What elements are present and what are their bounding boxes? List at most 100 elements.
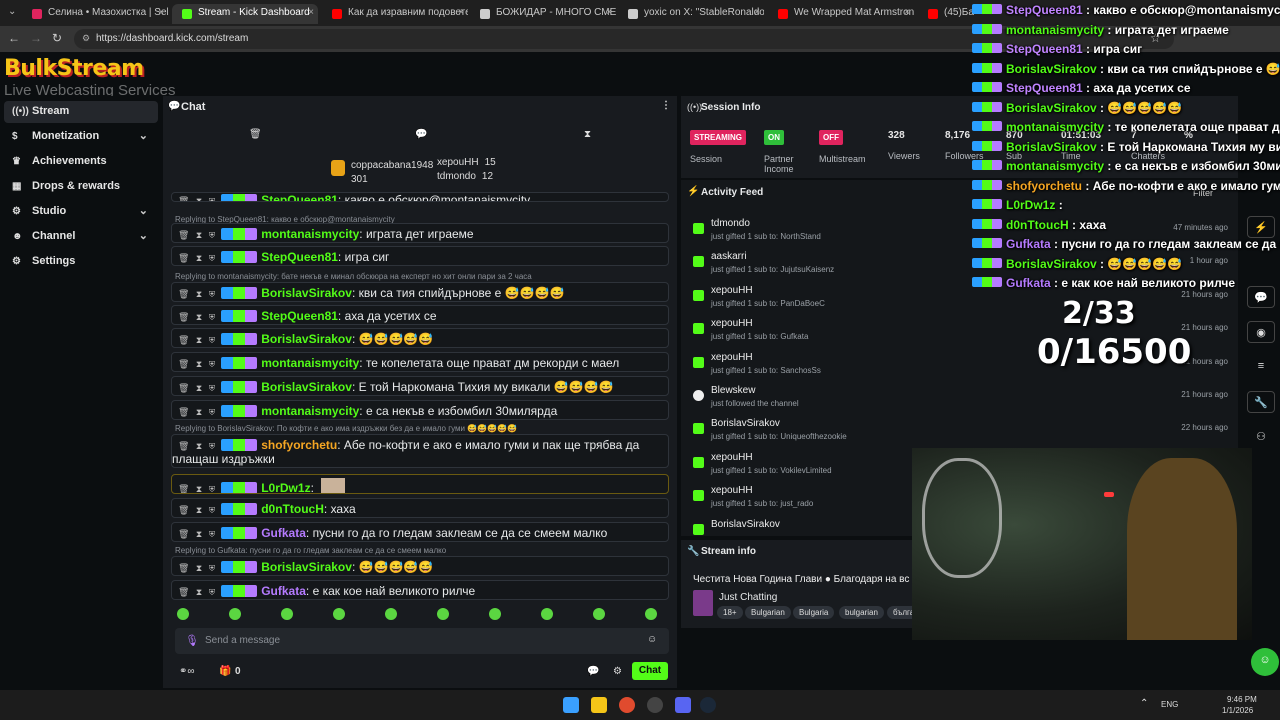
rail-bolt-icon[interactable]: ⚡ <box>1247 216 1275 238</box>
sidebar-item-achievements[interactable]: ♛ Achievements <box>4 151 158 173</box>
reload-icon[interactable]: ↻ <box>52 31 62 45</box>
emote-button[interactable] <box>281 608 293 620</box>
chat-gear-icon[interactable]: ⚙ <box>613 666 622 677</box>
more-options-icon[interactable]: ⋮ <box>661 100 671 111</box>
chat-message[interactable]: 🗑 ⧗ ⛨ L0rDw1z: <box>171 474 669 494</box>
activity-item[interactable]: BorislavSirakov just gifted 1 sub to: Uni… <box>681 413 1238 446</box>
browser-tab[interactable]: Stream - Kick Dashboard × <box>172 4 318 24</box>
session-status-badge[interactable]: OFF <box>819 130 843 145</box>
file-explorer-icon[interactable] <box>591 697 607 713</box>
clock-date[interactable]: 1/1/2026 <box>1222 706 1253 715</box>
chat-input[interactable]: 🎙 Send a message ☺ <box>175 628 669 654</box>
forward-icon[interactable]: → <box>30 31 42 45</box>
emote-button[interactable] <box>177 608 189 620</box>
chat-message[interactable]: 🗑 ⧗ ⛨ montanaismycity: играта дет играеме <box>171 223 669 243</box>
chat-message[interactable]: 🗑 ⧗ ⛨ Gufkata: пусни го да го гледам закл… <box>171 522 669 542</box>
back-icon[interactable]: ← <box>8 31 20 45</box>
chat-message[interactable]: 🗑 ⧗ ⛨ StepQueen81: игра сиг <box>171 246 669 266</box>
chat-message[interactable]: 🗑 ⧗ ⛨ montanaismycity: те копелетата още … <box>171 352 669 372</box>
category-name[interactable]: Just Chatting <box>719 592 777 603</box>
chat-username[interactable]: Gufkata <box>261 526 306 540</box>
tab-close-icon[interactable]: × <box>308 7 314 18</box>
emoji-picker-icon[interactable]: ☺ <box>647 634 657 645</box>
rail-chat-icon[interactable]: 💬 <box>1247 286 1275 308</box>
tab-close-icon[interactable]: × <box>754 7 760 18</box>
chat-message[interactable]: 🗑 ⧗ ⛨ Gufkata: е как кое най великото рил… <box>171 580 669 600</box>
browser-tab[interactable]: Как да изравним подовете у д× <box>322 4 468 24</box>
mod-action-icons[interactable]: 🗑 ⧗ ⛨ <box>178 253 217 264</box>
chat-username[interactable]: BorislavSirakov <box>261 332 352 346</box>
mod-action-icons[interactable]: 🗑 ⧗ ⛨ <box>178 587 217 598</box>
chat-username[interactable]: Gufkata <box>261 584 306 598</box>
sidebar-item-channel[interactable]: ☻ Channel ⌄ <box>4 226 158 248</box>
steam-icon[interactable] <box>700 697 716 713</box>
session-status-badge[interactable]: ON <box>764 130 784 145</box>
activity-item[interactable]: Blewskew just followed the channel 21 hour… <box>681 380 1238 413</box>
chat-message[interactable]: 🗑 ⧗ ⛨ StepQueen81: какво е обскюр@montana… <box>171 192 669 202</box>
sidebar-item-monetization[interactable]: $ Monetization ⌄ <box>4 126 158 148</box>
input-language[interactable]: ENG <box>1161 700 1178 709</box>
mod-action-icons[interactable]: 🗑 ⧗ ⛨ <box>178 505 217 516</box>
emote-button[interactable] <box>437 608 449 620</box>
browser-tab[interactable]: (45)Бай Иво <box>918 4 974 24</box>
sidebar-item-studio[interactable]: ⚙ Studio ⌄ <box>4 201 158 223</box>
session-status-badge[interactable]: STREAMING <box>690 130 746 145</box>
chat-bubble-small-icon[interactable]: 💬 <box>587 666 599 677</box>
link-icon[interactable]: ⚭∞ <box>179 666 195 677</box>
emote-button[interactable] <box>489 608 501 620</box>
chat-message[interactable]: 🗑 ⧗ ⛨ BorislavSirakov: 😅😅😅😅😅 <box>171 328 669 348</box>
mod-action-icons[interactable]: 🗑 ⧗ ⛨ <box>178 441 217 452</box>
stream-tag[interactable]: Bulgarian <box>745 606 791 619</box>
browser-tab[interactable]: Селина • Мазохистка | Selina× <box>22 4 168 24</box>
rail-wrench-icon[interactable]: 🔧 <box>1247 391 1275 413</box>
chat-username[interactable]: montanaismycity <box>261 356 359 370</box>
mod-action-icons[interactable]: 🗑 ⧗ ⛨ <box>178 230 217 241</box>
chat-username[interactable]: montanaismycity <box>261 227 359 241</box>
stream-tag[interactable]: bulgarian <box>839 606 884 619</box>
chat-username[interactable]: StepQueen81 <box>261 193 338 201</box>
stream-tag[interactable]: 18+ <box>717 606 743 619</box>
chat-username[interactable]: L0rDw1z <box>261 481 310 493</box>
tab-close-icon[interactable]: × <box>606 7 612 18</box>
mod-action-icons[interactable]: 🗑 ⧗ ⛨ <box>178 196 217 201</box>
mic-icon[interactable]: 🎙 <box>185 634 199 647</box>
clock-time[interactable]: 9:46 PM <box>1227 695 1257 704</box>
tab-list-chevron-icon[interactable]: ⌄ <box>8 6 16 17</box>
tab-close-icon[interactable]: × <box>904 7 910 18</box>
rail-layers-icon[interactable]: ≡ <box>1247 356 1275 378</box>
browser-tab[interactable]: БОЖИДАР - МНОГО СМЕШНИ× <box>470 4 616 24</box>
mod-action-icons[interactable]: 🗑 ⧗ ⛨ <box>178 289 217 300</box>
browser-tab[interactable]: We Wrapped Mat Armstrong's × <box>768 4 914 24</box>
chat-username[interactable]: StepQueen81 <box>261 309 338 323</box>
mod-action-icons[interactable]: 🗑 ⧗ ⛨ <box>178 335 217 346</box>
tab-close-icon[interactable]: × <box>158 7 164 18</box>
rail-broadcast-icon[interactable]: ◉ <box>1247 321 1275 343</box>
tab-close-icon[interactable]: × <box>458 7 464 18</box>
emote-button[interactable] <box>385 608 397 620</box>
chat-settings-icon[interactable]: 💬 <box>415 129 427 140</box>
chat-username[interactable]: BorislavSirakov <box>261 380 352 394</box>
chat-username[interactable]: montanaismycity <box>261 404 359 418</box>
chat-message[interactable]: 🗑 ⧗ ⛨ montanaismycity: е са некъв е избом… <box>171 400 669 420</box>
mod-action-icons[interactable]: 🗑 ⧗ ⛨ <box>178 529 217 540</box>
mod-action-icons[interactable]: 🗑 ⧗ ⛨ <box>178 312 217 323</box>
browser-tab[interactable]: yoxic on X: "StableRonaldo just× <box>618 4 764 24</box>
rail-share-icon[interactable]: ⚇ <box>1247 426 1275 448</box>
emote-button[interactable] <box>333 608 345 620</box>
top-gifter[interactable]: tdmondo 12 <box>437 171 493 182</box>
mod-action-icons[interactable]: 🗑 ⧗ ⛨ <box>178 484 217 493</box>
hourglass-icon[interactable]: ⧗ <box>584 129 591 140</box>
tray-chevron-icon[interactable]: ⌃ <box>1140 698 1148 709</box>
chat-username[interactable]: shofyorchetu <box>261 438 337 452</box>
obs-icon[interactable] <box>647 697 663 713</box>
discord-icon[interactable] <box>675 697 691 713</box>
emote-button[interactable] <box>645 608 657 620</box>
chat-username[interactable]: BorislavSirakov <box>261 286 352 300</box>
send-chat-button[interactable]: Chat <box>632 662 668 680</box>
start-icon[interactable] <box>563 697 579 713</box>
stream-tag[interactable]: Bulgaria <box>793 606 835 619</box>
chat-username[interactable]: StepQueen81 <box>261 250 338 264</box>
sidebar-item-settings[interactable]: ⚙ Settings <box>4 251 158 273</box>
emote-button[interactable] <box>229 608 241 620</box>
sidebar-item-stream[interactable]: ((•)) Stream <box>4 101 158 123</box>
